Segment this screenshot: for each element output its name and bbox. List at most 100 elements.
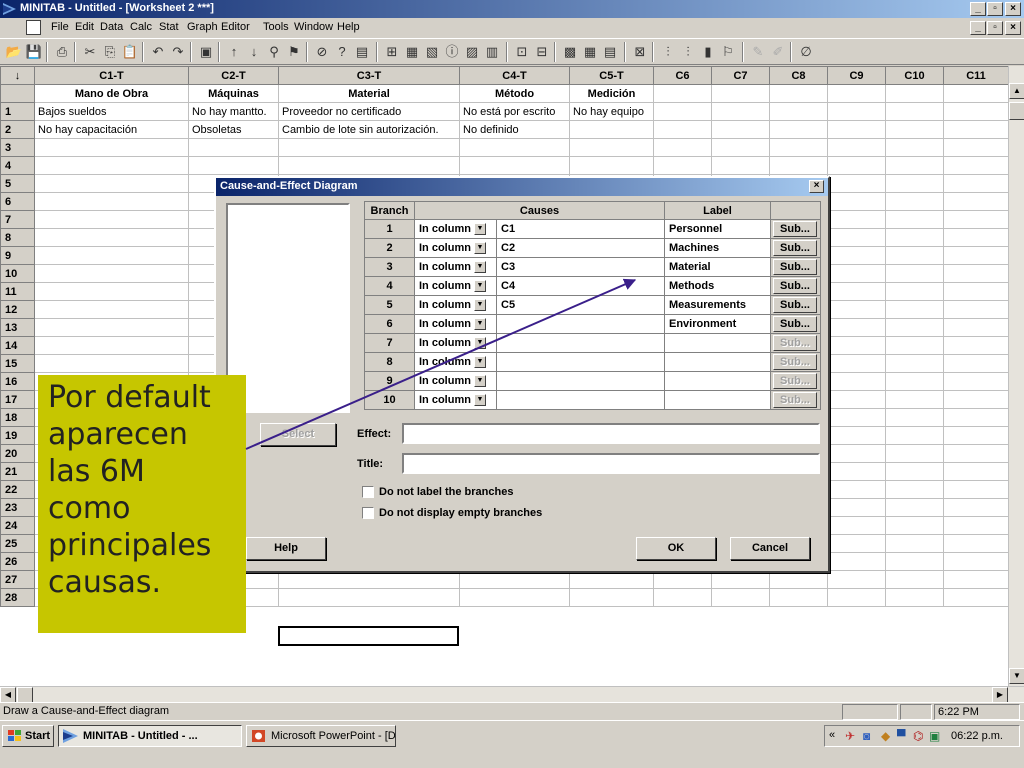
worksheet-cell[interactable] (943, 552, 1009, 571)
worksheet-cell[interactable] (827, 174, 886, 193)
doc-minimize-button[interactable]: _ (970, 21, 986, 35)
branch-mode-select[interactable]: In column ▼ (414, 390, 497, 410)
worksheet-cell[interactable] (653, 138, 712, 157)
worksheet-cell[interactable] (885, 192, 944, 211)
row-number[interactable]: 1 (0, 102, 35, 121)
graph-annotate-icon[interactable]: ⚐ (718, 43, 738, 61)
worksheet-cell[interactable] (653, 588, 712, 607)
worksheet-cell[interactable] (769, 156, 828, 175)
cut-icon[interactable]: ✂ (80, 43, 100, 61)
row-number[interactable]: 23 (0, 498, 35, 517)
worksheet-cell[interactable] (885, 102, 944, 121)
columns-icon[interactable]: ▦ (580, 43, 600, 61)
row-number[interactable]: 8 (0, 228, 35, 247)
branch-label-field[interactable]: Machines (664, 238, 771, 258)
chevron-down-icon[interactable]: ▼ (473, 375, 486, 388)
chevron-down-icon[interactable]: ▼ (473, 280, 486, 293)
worksheet-cell[interactable]: Obsoletas (188, 120, 279, 139)
worksheet-cell[interactable] (34, 246, 189, 265)
worksheet-cell[interactable] (769, 588, 828, 607)
replace-icon[interactable]: ⚑ (284, 43, 304, 61)
menu-file[interactable]: File (51, 21, 69, 33)
cancel-icon[interactable]: ⊘ (312, 43, 332, 61)
column-name[interactable]: Máquinas (188, 84, 279, 103)
stat-guide-icon[interactable]: ▤ (352, 43, 372, 61)
worksheet-cell[interactable] (34, 300, 189, 319)
worksheet-cell[interactable] (943, 318, 1009, 337)
worksheet-cell[interactable] (827, 300, 886, 319)
dialog-close-button[interactable]: × (809, 180, 824, 193)
worksheet-cell[interactable] (278, 570, 460, 589)
worksheet-cell[interactable] (34, 336, 189, 355)
row-number[interactable]: 15 (0, 354, 35, 373)
branch-cause-field[interactable] (496, 333, 665, 353)
redo-icon[interactable]: ↷ (168, 43, 188, 61)
worksheet-cell[interactable] (885, 426, 944, 445)
column-header[interactable]: C4-T (459, 66, 570, 85)
worksheet-cell[interactable] (943, 120, 1009, 139)
branch-cause-field[interactable] (496, 314, 665, 334)
worksheet-cell[interactable] (943, 480, 1009, 499)
branch-label-field[interactable]: Material (664, 257, 771, 277)
open-icon[interactable]: 📂 (4, 43, 24, 61)
column-header[interactable]: C11 (943, 66, 1009, 85)
worksheet-cell[interactable] (34, 156, 189, 175)
brush-icon[interactable]: ⊠ (630, 43, 650, 61)
worksheet-cell[interactable] (885, 174, 944, 193)
start-button[interactable]: Start (2, 725, 54, 747)
branch-sub-button[interactable]: Sub... (773, 297, 817, 313)
row-number[interactable]: 11 (0, 282, 35, 301)
worksheet-cell[interactable] (885, 300, 944, 319)
vertical-scrollbar[interactable]: ▲ ▼ (1008, 66, 1024, 686)
branch-sub-button[interactable]: Sub... (773, 335, 817, 351)
worksheet-cell[interactable] (769, 570, 828, 589)
worksheet-cell[interactable] (885, 480, 944, 499)
worksheet-cell[interactable] (34, 282, 189, 301)
worksheet-cell[interactable] (827, 498, 886, 517)
clock[interactable]: 06:22 p.m. (951, 730, 1003, 742)
worksheet-cell[interactable] (885, 516, 944, 535)
project-manager-icon[interactable]: ▩ (560, 43, 580, 61)
branch-sub-button[interactable]: Sub... (773, 392, 817, 408)
column-header[interactable]: C7 (711, 66, 770, 85)
branch-cause-field[interactable] (496, 371, 665, 391)
chevron-down-icon[interactable]: ▼ (473, 299, 486, 312)
branch-label-field[interactable] (664, 352, 771, 372)
row-number[interactable]: 12 (0, 300, 35, 319)
branch-label-field[interactable]: Measurements (664, 295, 771, 315)
worksheet-cell[interactable] (827, 480, 886, 499)
worksheet-cell[interactable] (459, 588, 570, 607)
worksheet-cell[interactable] (885, 138, 944, 157)
scroll-left-icon[interactable]: ◀ (0, 687, 16, 703)
worksheet-cell[interactable] (769, 120, 828, 139)
effect-input[interactable] (402, 423, 820, 444)
column-header[interactable]: C9 (827, 66, 886, 85)
scroll-thumb[interactable] (1009, 102, 1024, 120)
no-label-checkbox[interactable]: Do not label the branches (362, 486, 513, 499)
worksheet-cell[interactable] (827, 156, 886, 175)
print-icon[interactable]: ⎙ (52, 43, 72, 61)
worksheet-cell[interactable] (827, 516, 886, 535)
row-number[interactable]: 17 (0, 390, 35, 409)
branch-sub-button[interactable]: Sub... (773, 278, 817, 294)
insert-rows-icon[interactable]: ↓ (244, 43, 264, 61)
worksheet-cell[interactable] (943, 336, 1009, 355)
messenger-icon[interactable]: ◙ (863, 729, 870, 743)
taskbar-item-powerpoint[interactable]: Microsoft PowerPoint - [Di... (246, 725, 396, 747)
branch-cause-field[interactable] (496, 352, 665, 372)
worksheet-window-icon[interactable]: ▦ (402, 43, 422, 61)
row-number[interactable]: 10 (0, 264, 35, 283)
column-name[interactable] (769, 84, 828, 103)
worksheet-cell[interactable] (943, 534, 1009, 553)
column-header[interactable]: C2-T (188, 66, 279, 85)
branch-label-field[interactable]: Methods (664, 276, 771, 296)
worksheet-cell[interactable] (943, 390, 1009, 409)
horizontal-scrollbar[interactable]: ◀ ▶ (0, 686, 1024, 703)
worksheet-cell[interactable] (885, 156, 944, 175)
chevron-down-icon[interactable]: ▼ (473, 337, 486, 350)
column-header[interactable]: C5-T (569, 66, 654, 85)
volume-icon[interactable]: ▣ (929, 729, 940, 743)
branch-cause-field[interactable] (496, 390, 665, 410)
bar-chart-icon[interactable]: ▮ (698, 43, 718, 61)
constants-icon[interactable]: ▤ (600, 43, 620, 61)
